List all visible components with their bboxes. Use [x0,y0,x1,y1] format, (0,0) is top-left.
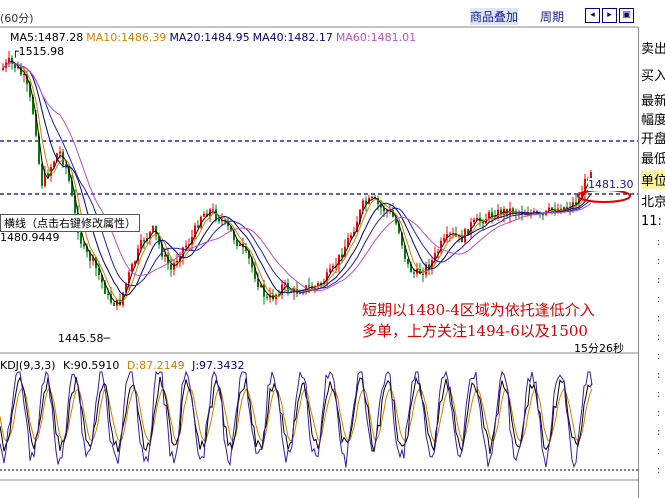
panel-separator: : [657,427,661,438]
candle-body [80,232,82,244]
candle-body [8,57,10,63]
candle-body [413,272,415,274]
panel-separator: : [657,313,661,324]
analysis-text-line1: 短期以1480-4区域为依托逢低介入 [362,301,595,319]
support-highlight-ellipse [577,189,631,203]
candle-body [170,264,172,270]
quote-panel-item: 11: [641,214,662,229]
quote-panel-item: 最新 [641,94,665,109]
moving-averages [2,60,592,305]
panel-separator: : [657,332,661,343]
panel-separator: : [657,275,661,286]
panel-separator: : [657,446,661,457]
panel-separator: : [657,351,661,362]
hline-label[interactable]: 横线（点击右键修改属性） [0,214,140,232]
candle-body [59,151,61,154]
kdj-title: KDJ(9,3,3) [0,359,56,372]
candle-body [473,219,475,223]
low-price-label: 1445.58─ [58,332,111,345]
quote-panel-item: 北京 [641,195,665,210]
panel-separator: : [657,408,661,419]
candle-body [566,206,568,208]
hline-value: 1480.9449 [0,231,60,244]
candle-body [329,268,331,273]
analysis-text-line2: 多单，上方关注1494-6以及1500 [362,322,588,340]
candle-body [422,273,424,275]
ma40-line [2,62,592,294]
candle-body [83,243,85,247]
quote-panel: 卖出买入最新幅度开盘最低单位北京11:::::::::::::: [638,27,665,498]
candle-body [299,293,301,295]
quote-panel-item: 最低 [641,152,665,167]
candle-body [443,237,445,241]
panel-separator: : [657,370,661,381]
kdj-k-line [0,376,593,454]
candle-body [197,225,199,228]
kdj-d-value: D:87.2149 [126,359,185,372]
current-price-tag: 1481.30 [588,178,634,191]
candle-body [266,296,268,298]
panel-separator: : [657,294,661,305]
candle-body [218,219,220,222]
chart-grid [0,26,638,481]
price-chart[interactable] [0,0,638,498]
ma10-line [2,62,592,303]
high-price-label: ┌1515.98 [12,45,65,58]
candle-body [212,209,214,211]
ma5-line [2,60,592,305]
candle-body [152,225,154,232]
quote-panel-item: 开盘 [641,132,665,147]
ma60-line [2,62,592,292]
kdj-legend: KDJ(9,3,3) K:90.5910 D:87.2149 J:97.3432 [0,359,245,372]
candle-body [350,235,352,239]
candle-body [143,240,145,242]
ma20-line [2,62,592,297]
candle-body [185,245,187,248]
quote-panel-item: 单位 [641,170,665,189]
candle-body [2,67,4,70]
candlesticks [2,50,592,311]
chart-window: (60分) 商品叠加 周期 ◂ ▸ ▣ MA5:1487.28 MA10:1486… [0,0,665,498]
kdj-k-value: K:90.5910 [63,359,120,372]
panel-separator: : [657,465,661,476]
panel-separator: : [657,389,661,400]
panel-separator: : [657,237,661,248]
quote-panel-item: 卖出 [641,42,665,57]
candle-body [203,213,205,217]
candle-body [107,293,109,295]
candle-body [164,254,166,257]
candle-body [41,163,43,186]
panel-separator: : [657,256,661,267]
candle-body [113,302,115,306]
kdj-lines [0,370,593,469]
candle-body [173,263,175,270]
quote-panel-item: 幅度 [641,113,665,128]
candle-body [47,173,49,176]
candle-body [308,285,310,287]
countdown-timer: 15分26秒 [574,342,624,355]
chart-annotations [577,189,631,203]
kdj-j-value: J:97.3432 [192,359,245,372]
candle-body [371,196,373,198]
quote-panel-item: 买入 [641,69,665,84]
